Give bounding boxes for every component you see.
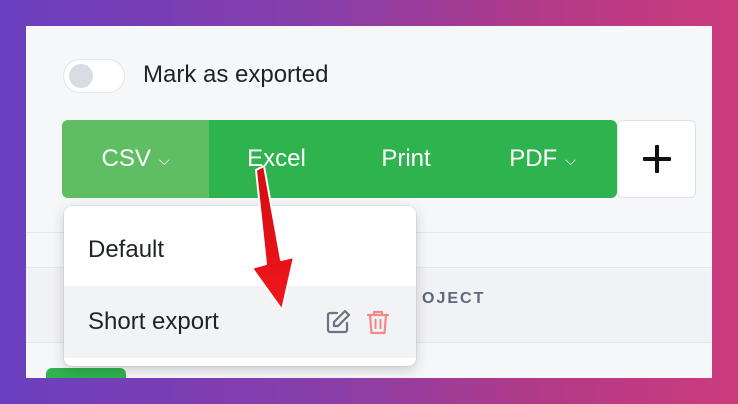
mark-exported-label: Mark as exported (143, 61, 329, 88)
add-export-button[interactable] (617, 120, 696, 198)
plus-icon (642, 145, 671, 173)
dropdown-item-default[interactable]: Default (64, 214, 416, 286)
pdf-export-button[interactable]: PDF ⌵ (468, 120, 617, 198)
mark-exported-toggle[interactable] (63, 59, 125, 93)
print-button[interactable]: Print (344, 120, 468, 198)
pdf-label: PDF (509, 145, 558, 172)
edit-icon[interactable] (324, 308, 352, 336)
chevron-down-icon: ⌵ (158, 151, 170, 168)
csv-dropdown-menu: Default Short export (64, 206, 416, 366)
dropdown-item-short-export[interactable]: Short export (64, 286, 416, 358)
status-badge (46, 368, 126, 378)
excel-export-button[interactable]: Excel (209, 120, 344, 198)
export-button-group: CSV ⌵ Excel Print PDF ⌵ (62, 120, 617, 198)
column-header-project: OJECT (422, 290, 486, 307)
export-panel: Mark as exported OJECT CSV ⌵ Excel Print… (26, 26, 712, 378)
excel-label: Excel (247, 145, 306, 172)
trash-icon[interactable] (364, 308, 392, 336)
print-label: Print (381, 145, 431, 172)
csv-label: CSV (101, 145, 151, 172)
dropdown-item-label: Default (88, 236, 165, 263)
csv-export-button[interactable]: CSV ⌵ (62, 120, 209, 198)
toggle-knob (69, 64, 93, 88)
dropdown-item-label: Short export (88, 308, 219, 335)
dropdown-item-actions (324, 308, 392, 336)
chevron-down-icon: ⌵ (565, 151, 576, 168)
